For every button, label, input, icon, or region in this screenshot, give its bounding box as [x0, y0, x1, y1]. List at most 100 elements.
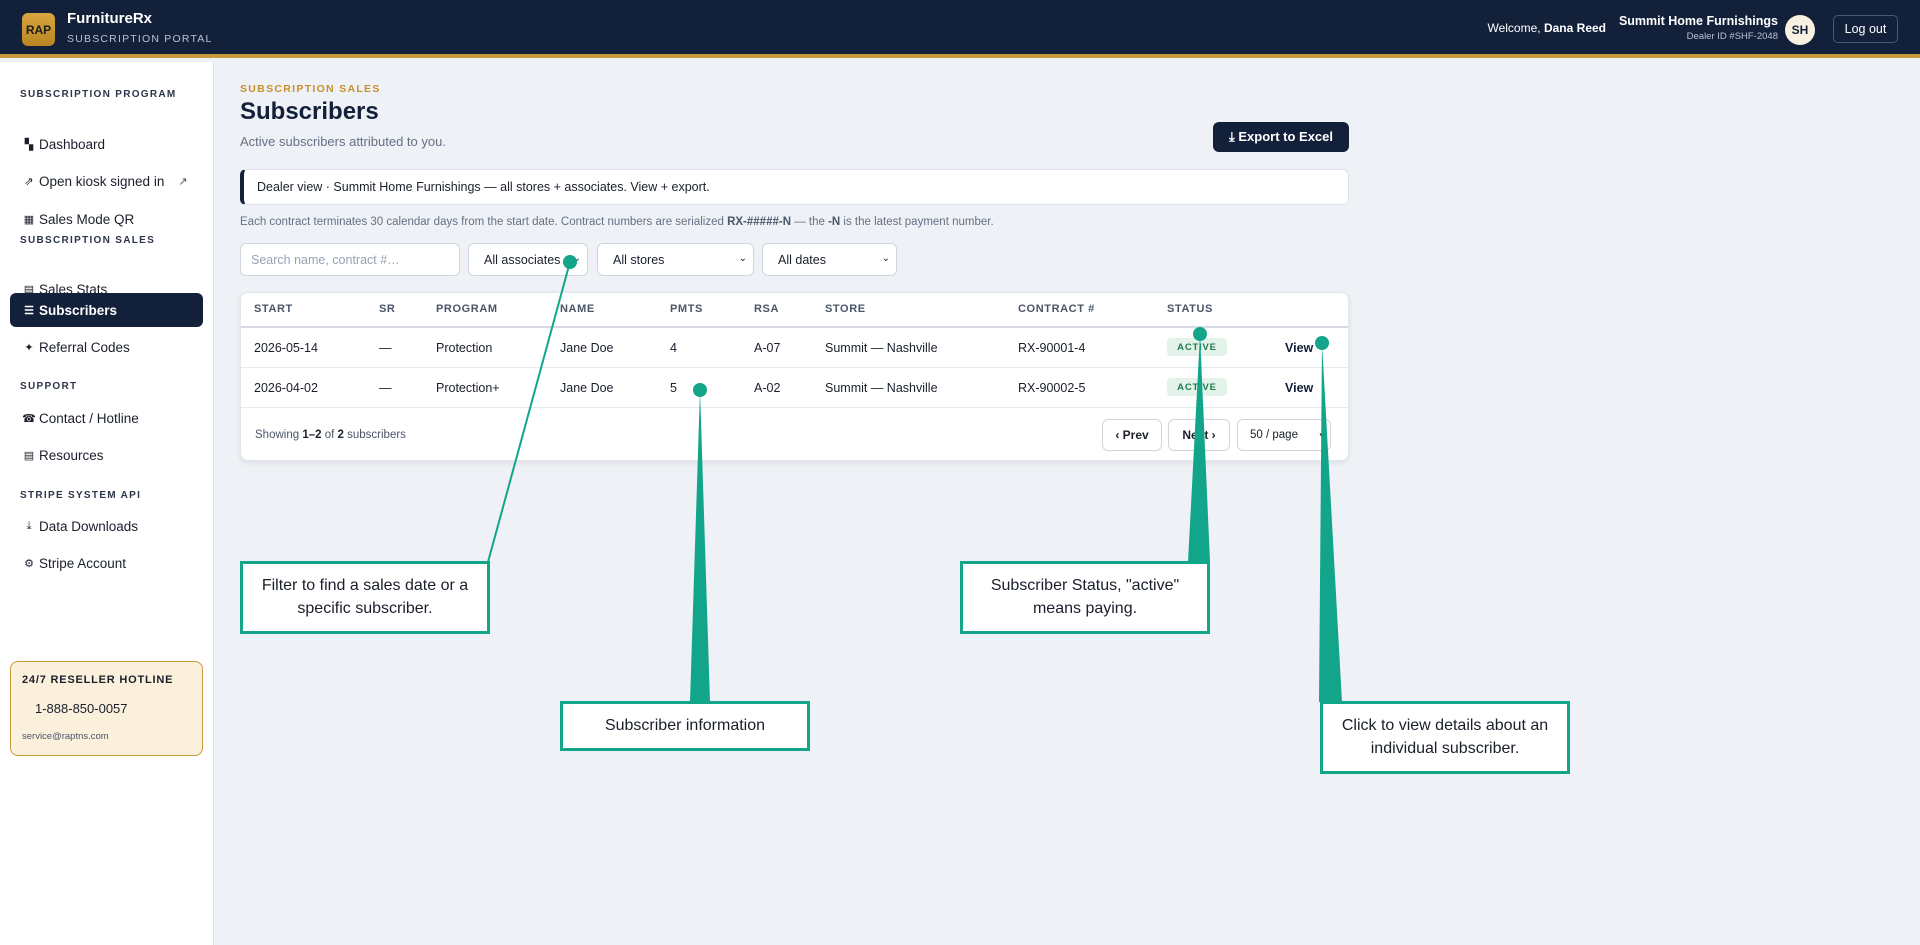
dates-select[interactable]: All dates ⌄ — [762, 243, 897, 276]
sidebar-item-dashboard[interactable]: ▚ Dashboard — [10, 127, 203, 161]
export-to-excel-button[interactable]: ⤓ Export to Excel — [1213, 122, 1349, 152]
cell-sr: — — [379, 341, 392, 355]
view-link[interactable]: View — [1285, 341, 1313, 355]
stores-select[interactable]: All stores ⌄ — [597, 243, 754, 276]
sidebar-item-stripe-account[interactable]: ⚙ Stripe Account — [10, 546, 203, 580]
column-header[interactable]: PMTS — [670, 303, 703, 315]
sidebar-item-label: Subscribers — [39, 302, 118, 318]
phone-icon: ☎ — [22, 412, 36, 425]
cell-rsa: A-02 — [754, 381, 781, 395]
column-header[interactable]: STATUS — [1167, 303, 1213, 315]
brand-subtitle: SUBSCRIPTION PORTAL — [67, 33, 213, 45]
cell-pmts: 4 — [670, 341, 677, 355]
cell-rsa: A-07 — [754, 341, 781, 355]
column-header[interactable]: SR — [379, 303, 395, 315]
dealer-name: Summit Home Furnishings — [1618, 14, 1778, 28]
avatar[interactable]: SH — [1785, 15, 1815, 45]
logout-button[interactable]: Log out — [1833, 15, 1898, 43]
cell-program: Protection+ — [436, 381, 500, 395]
sidebar-section-title: SUBSCRIPTION PROGRAM — [20, 89, 177, 100]
kiosk-icon: ⇗ — [24, 175, 34, 188]
sidebar-item-label: Data Downloads — [39, 518, 139, 534]
sidebar-section-title: STRIPE SYSTEM API — [20, 490, 142, 501]
sidebar-item-label: Referral Codes — [39, 339, 130, 355]
qr-icon: ▦ — [23, 213, 35, 226]
chevron-down-icon: ⌄ — [738, 253, 747, 264]
chevron-down-icon: ⌄ — [572, 253, 581, 264]
showing-total: 2 — [337, 429, 344, 441]
sidebar-item-sales-mode-qr[interactable]: ▦ Sales Mode QR — [10, 202, 203, 236]
brand-logo[interactable]: RAP — [22, 13, 55, 46]
page-title: Subscribers — [240, 98, 379, 125]
status-badge: ACTIVE — [1167, 338, 1227, 356]
top-header: RAP FurnitureRx SUBSCRIPTION PORTAL Welc… — [0, 0, 1920, 58]
gear-icon: ⚙ — [24, 557, 34, 570]
dealer-id: Dealer ID #SHF-2048 — [1686, 31, 1778, 42]
column-header[interactable]: STORE — [825, 303, 866, 315]
column-header[interactable]: PROGRAM — [436, 303, 498, 315]
sidebar-item-data-downloads[interactable]: ⤓ Data Downloads — [10, 509, 203, 543]
user-name: Dana Reed — [1543, 21, 1606, 35]
sparkle-icon: ✦ — [24, 341, 34, 354]
resources-icon: ▤ — [23, 449, 35, 462]
hotline-phone[interactable]: 1-888-850-0057 — [35, 701, 128, 716]
column-header[interactable]: CONTRACT # — [1018, 303, 1095, 315]
sidebar-section-title: SUPPORT — [20, 381, 78, 392]
table-row[interactable]: 2026-05-14 — Protection Jane Doe 4 A-07 … — [241, 328, 1348, 368]
prev-page-button[interactable]: ‹ Prev — [1102, 419, 1162, 451]
download-icon: ⤓ — [26, 519, 32, 532]
note-text: Each contract terminates 30 calendar day… — [240, 216, 728, 228]
stores-select-value: All stores — [613, 252, 665, 267]
showing-text: of — [324, 429, 335, 441]
note-text: is the latest payment number. — [840, 216, 994, 228]
sidebar-item-label: Open kiosk signed in — [39, 173, 165, 189]
sidebar-item-contact-hotline[interactable]: ☎ Contact / Hotline — [10, 401, 203, 435]
per-page-value: 50 / page — [1250, 429, 1298, 441]
note-code: -N — [828, 216, 841, 228]
sidebar-item-label: Contact / Hotline — [39, 410, 139, 426]
sidebar-item-referral-codes[interactable]: ✦ Referral Codes — [10, 330, 203, 364]
annotation-view: Click to view details about an individua… — [1320, 701, 1570, 774]
sidebar-item-subscribers[interactable]: ☰ Subscribers — [10, 293, 203, 327]
section-eyebrow: SUBSCRIPTION SALES — [240, 83, 381, 95]
dashboard-icon: ▚ — [24, 138, 34, 151]
sidebar-item-label: Resources — [39, 447, 104, 463]
annotation-status: Subscriber Status, "active" means paying… — [960, 561, 1210, 634]
hotline-title: 24/7 RESELLER HOTLINE — [22, 674, 174, 686]
note-format: RX-#####-N — [727, 216, 791, 228]
status-badge: ACTIVE — [1167, 378, 1227, 396]
sidebar-item-resources[interactable]: ▤ Resources — [10, 438, 203, 472]
dealer-info: Summit Home Furnishings Dealer ID #SHF-2… — [1619, 14, 1778, 42]
hotline-email[interactable]: service@raptns.com — [22, 731, 109, 742]
sidebar-item-label: Sales Mode QR — [39, 211, 135, 227]
per-page-select[interactable]: 50 / page ▾ — [1237, 419, 1331, 451]
page-subtitle: Active subscribers attributed to you. — [240, 134, 446, 149]
sidebar-item-open-kiosk[interactable]: ⇗ Open kiosk signed in ↗ — [10, 164, 203, 198]
column-header[interactable]: START — [254, 303, 293, 315]
cell-pmts: 5 — [670, 381, 677, 395]
view-link[interactable]: View — [1285, 381, 1313, 395]
cell-store: Summit — Nashville — [825, 341, 938, 355]
sidebar-item-label: Stripe Account — [39, 555, 127, 571]
hotline-card: 24/7 RESELLER HOTLINE 1-888-850-0057 ser… — [10, 661, 203, 756]
note-text: — the — [791, 216, 829, 228]
table-row[interactable]: 2026-04-02 — Protection+ Jane Doe 5 A-02… — [241, 368, 1348, 408]
column-header[interactable]: NAME — [560, 303, 595, 315]
search-input[interactable]: Search name, contract #… — [240, 243, 460, 276]
cell-start: 2026-04-02 — [254, 381, 318, 395]
next-page-button[interactable]: Next › — [1168, 419, 1230, 451]
cell-program: Protection — [436, 341, 493, 355]
welcome-text: Welcome, Dana Reed — [1487, 21, 1606, 35]
showing-text: Showing — [255, 429, 300, 441]
cell-store: Summit — Nashville — [825, 381, 938, 395]
associates-select[interactable]: All associates ⌄ — [468, 243, 588, 276]
cell-sr: — — [379, 381, 392, 395]
associates-select-value: All associates — [484, 252, 561, 267]
cell-name: Jane Doe — [560, 341, 614, 355]
column-header[interactable]: RSA — [754, 303, 779, 315]
brand-name: FurnitureRx — [67, 10, 153, 27]
cell-contract: RX-90002-5 — [1018, 381, 1086, 395]
showing-count: Showing 1–2 of 2 subscribers — [255, 429, 406, 441]
showing-text: subscribers — [347, 429, 406, 441]
sidebar-section-title: SUBSCRIPTION SALES — [20, 235, 156, 246]
